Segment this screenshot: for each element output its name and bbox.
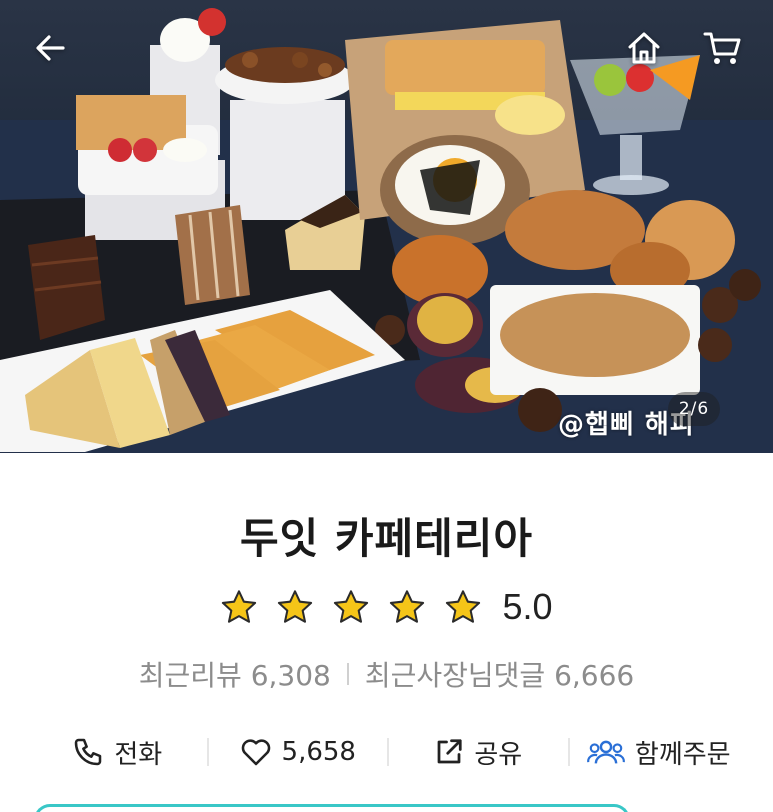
review-counts: 최근리뷰 6,308 최근사장님댓글 6,666	[0, 654, 773, 694]
star-rating	[220, 589, 482, 625]
share-button[interactable]: 공유	[389, 728, 568, 776]
star-icon	[276, 589, 314, 625]
heart-icon	[241, 739, 270, 766]
phone-icon	[75, 738, 102, 766]
cart-icon	[703, 32, 741, 64]
rating-row: 5.0	[0, 584, 773, 630]
home-button[interactable]	[622, 26, 666, 70]
phone-button[interactable]: 전화	[28, 728, 207, 776]
owner-replies-count[interactable]: 최근사장님댓글 6,666	[365, 654, 634, 694]
recent-reviews-link[interactable]: 최근리뷰 6,308	[139, 654, 331, 694]
action-bar: 전화 5,658 공유 함께주문	[28, 728, 748, 776]
rating-value: 5.0	[502, 586, 553, 627]
phone-label: 전화	[114, 739, 163, 770]
star-icon	[388, 589, 426, 625]
like-count: 5,658	[281, 737, 356, 767]
share-label: 공유	[474, 739, 523, 770]
group-order-label: 함께주문	[634, 739, 731, 770]
arrow-left-icon	[36, 35, 65, 61]
group-icon	[587, 740, 625, 764]
star-icon	[220, 589, 258, 625]
divider	[346, 663, 349, 685]
like-button[interactable]: 5,658	[209, 728, 388, 776]
share-icon	[437, 739, 462, 764]
delivery-tab-outline[interactable]	[34, 804, 630, 812]
star-icon	[444, 589, 482, 625]
home-icon	[628, 32, 660, 64]
star-icon	[332, 589, 370, 625]
group-order-button[interactable]: 함께주문	[570, 728, 749, 776]
image-counter: 2/6	[668, 392, 720, 426]
back-button[interactable]	[28, 26, 72, 70]
store-name: 두잇 카페테리아	[239, 514, 534, 563]
cart-button[interactable]	[700, 26, 744, 70]
hero-image-gallery[interactable]: @햅삐 해피 2/6	[0, 0, 773, 453]
